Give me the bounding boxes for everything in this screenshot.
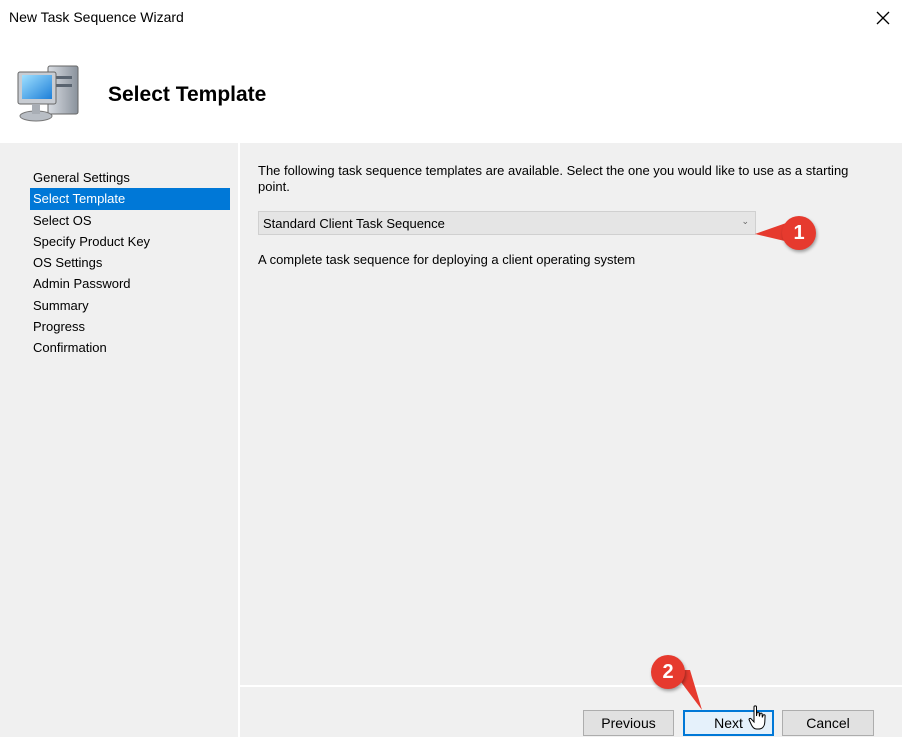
template-description: A complete task sequence for deploying a… <box>258 252 636 267</box>
chevron-down-icon: ⌄ <box>741 216 749 226</box>
close-icon <box>876 11 890 25</box>
wizard-footer: Previous Next Cancel <box>240 687 902 737</box>
previous-button[interactable]: Previous <box>583 710 674 736</box>
template-select-value: Standard Client Task Sequence <box>263 216 445 231</box>
close-button[interactable] <box>868 6 898 30</box>
step-general-settings[interactable]: General Settings <box>30 167 230 188</box>
step-select-template[interactable]: Select Template <box>30 188 230 210</box>
step-specify-product-key[interactable]: Specify Product Key <box>30 231 230 252</box>
page-title: Select Template <box>108 83 267 106</box>
title-bar: New Task Sequence Wizard <box>0 0 902 34</box>
annotation-badge-1: 1 <box>782 216 816 250</box>
computer-icon <box>17 65 79 122</box>
intro-text: The following task sequence templates ar… <box>258 163 849 194</box>
step-select-os[interactable]: Select OS <box>30 210 230 231</box>
annotation-badge-2: 2 <box>651 655 685 689</box>
step-summary[interactable]: Summary <box>30 295 230 316</box>
step-confirmation[interactable]: Confirmation <box>30 337 230 358</box>
window-title: New Task Sequence Wizard <box>9 9 184 25</box>
step-os-settings[interactable]: OS Settings <box>30 252 230 273</box>
template-select[interactable]: Standard Client Task Sequence ⌄ <box>258 211 756 235</box>
hand-cursor-icon <box>748 705 766 730</box>
step-progress[interactable]: Progress <box>30 316 230 337</box>
wizard-header: Select Template <box>0 34 902 143</box>
cancel-button[interactable]: Cancel <box>782 710 874 736</box>
wizard-steps-sidebar: General Settings Select Template Select … <box>0 143 238 737</box>
step-admin-password[interactable]: Admin Password <box>30 273 230 294</box>
